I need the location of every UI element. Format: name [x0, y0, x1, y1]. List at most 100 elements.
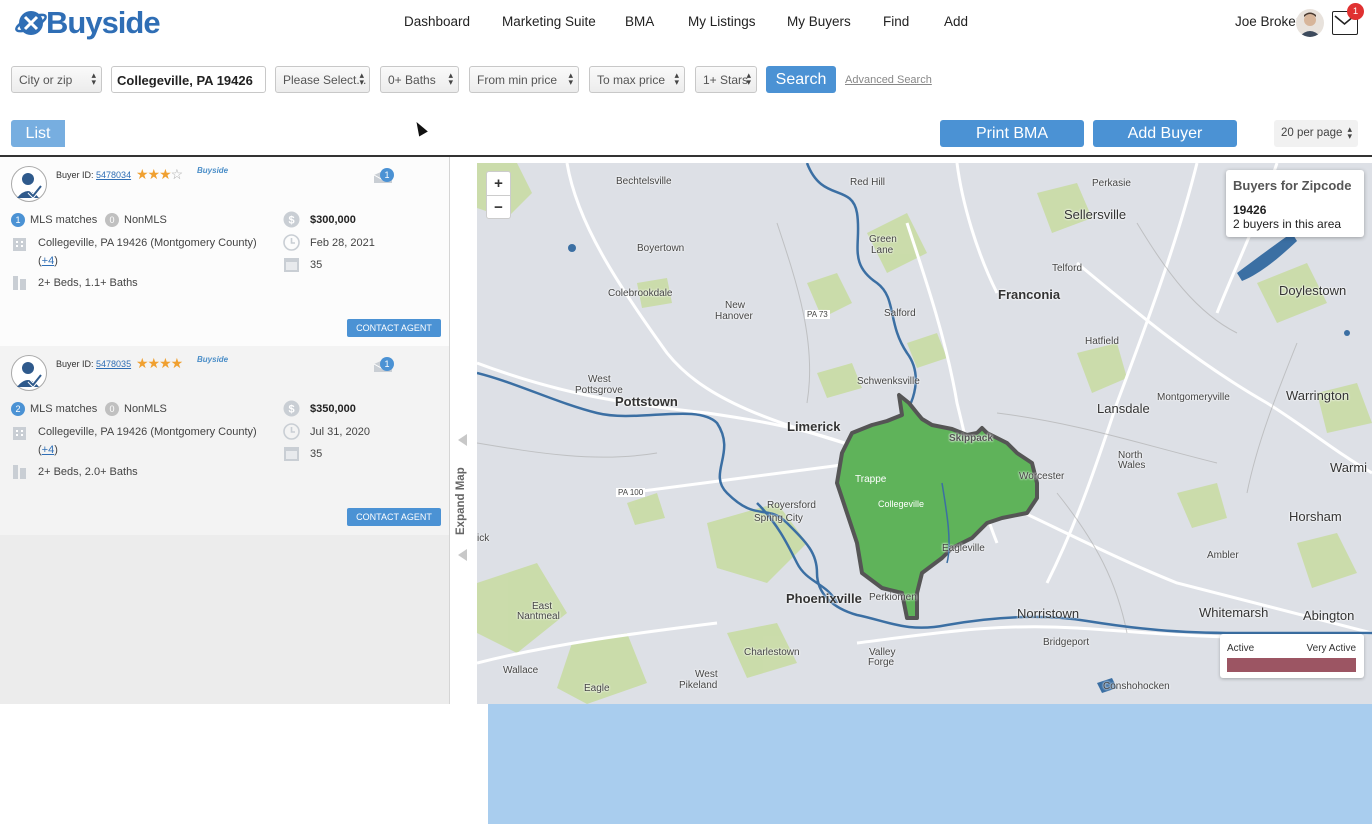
- arrow-left-icon[interactable]: [458, 549, 467, 561]
- list-map-toggle: List Map: [11, 120, 1372, 824]
- bed-bath-icon: [13, 276, 26, 290]
- contact-agent-button[interactable]: CONTACT AGENT: [347, 319, 441, 337]
- map-label-hatfield: Hatfield: [1085, 336, 1119, 347]
- buyside-mini-logo: Buyside: [197, 166, 229, 175]
- more-locations-count[interactable]: +4: [42, 255, 55, 267]
- city-zip-select[interactable]: City or zip ▴ ▾: [11, 66, 102, 93]
- map-label-spring-city: Spring City: [754, 513, 803, 524]
- dollar-icon: $: [283, 211, 300, 228]
- updown-arrow-icon: ▴ ▾: [448, 70, 453, 87]
- add-buyer-button[interactable]: Add Buyer: [1093, 120, 1237, 147]
- property-type-select[interactable]: Please Select... ▴ ▾: [275, 66, 370, 93]
- map-label-worcester: Worcester: [1019, 471, 1065, 482]
- more-locations-link[interactable]: (+4): [38, 255, 58, 267]
- buyer-avatar: [11, 355, 47, 391]
- nav-add[interactable]: Add: [944, 14, 968, 29]
- baths-select[interactable]: 0+ Baths ▴ ▾: [380, 66, 459, 93]
- map-label-west: West: [588, 374, 611, 385]
- map-label-lansdale: Lansdale: [1097, 401, 1150, 416]
- map-label-warmi: Warmi: [1330, 460, 1368, 475]
- map-label-bridgeport: Bridgeport: [1043, 637, 1090, 648]
- map-label-nantmeal: Nantmeal: [517, 611, 560, 622]
- mouse-cursor-icon: [412, 119, 428, 137]
- mls-matches-label[interactable]: MLS matches: [30, 403, 97, 415]
- map-label-trappe: Trappe: [855, 474, 887, 485]
- map-label-red-hill: Red Hill: [850, 177, 886, 188]
- mls-matches-label[interactable]: MLS matches: [30, 214, 97, 226]
- more-locations-count[interactable]: +4: [42, 444, 55, 456]
- buyer-card[interactable]: Buyer ID: 5478035 ★★★★ Buyside 1 2 MLS m…: [0, 346, 449, 535]
- expand-map-label[interactable]: Expand Map: [455, 335, 473, 535]
- buyside-logo[interactable]: Buyside: [14, 5, 161, 40]
- buyer-card[interactable]: Buyer ID: 5478034 ★★★☆ Buyside 1 1 MLS m…: [0, 157, 449, 346]
- beds-baths: 2+ Beds, 2.0+ Baths: [38, 466, 138, 478]
- user-name[interactable]: Joe Broker: [1235, 14, 1300, 29]
- user-avatar[interactable]: [1296, 9, 1324, 37]
- map-zoom-control: + −: [486, 171, 511, 219]
- updown-arrow-icon: ▴ ▾: [746, 70, 751, 87]
- nav-marketing-suite[interactable]: Marketing Suite: [502, 14, 596, 29]
- contact-agent-button[interactable]: CONTACT AGENT: [347, 508, 441, 526]
- map-label-collegeville: Collegeville: [878, 499, 925, 509]
- map-label-warrington: Warrington: [1286, 388, 1350, 403]
- map-label-franconia: Franconia: [998, 287, 1061, 302]
- legend-low-label: Active: [1227, 643, 1255, 654]
- buyer-id-link[interactable]: 5478035: [96, 359, 131, 369]
- legend-high-label: Very Active: [1306, 643, 1356, 654]
- nav-my-listings[interactable]: My Listings: [688, 14, 756, 29]
- map-label-norristown: Norristown: [1017, 606, 1080, 621]
- map-label-pottstown: Pottstown: [615, 394, 678, 409]
- nav-my-buyers[interactable]: My Buyers: [787, 14, 851, 29]
- clock-icon: [283, 234, 300, 251]
- location-input[interactable]: Collegeville, PA 19426: [111, 66, 266, 93]
- logo-text: Buyside: [46, 5, 161, 40]
- buyer-location: Collegeville, PA 19426 (Montgomery Count…: [38, 237, 257, 249]
- map-label-schwenksville: Schwenksville: [857, 376, 920, 387]
- activity-legend: Active Very Active: [1220, 634, 1364, 678]
- baths-value: 0+ Baths: [388, 73, 436, 87]
- map-label-hanover: Hanover: [715, 311, 753, 322]
- nav-dashboard[interactable]: Dashboard: [404, 14, 470, 29]
- more-locations-link[interactable]: (+4): [38, 444, 58, 456]
- nonmls-count-badge: 0: [105, 402, 119, 416]
- map-canvas[interactable]: [477, 163, 1372, 704]
- buyer-id: Buyer ID: 5478034: [56, 170, 131, 180]
- map-label-perkiomen: Perkiomen: [869, 592, 917, 603]
- map-label-abington: Abington: [1303, 608, 1355, 623]
- map-label-whitemarsh: Whitemarsh: [1199, 605, 1269, 620]
- map-label-skippack: Skippack: [949, 433, 993, 444]
- buyer-map[interactable]: Bechtelsville Red Hill Perkasie Sellersv…: [477, 163, 1372, 704]
- print-bma-button[interactable]: Print BMA: [940, 120, 1084, 147]
- updown-arrow-icon: ▴ ▾: [568, 70, 573, 87]
- map-label-perkasie: Perkasie: [1092, 178, 1131, 189]
- max-price-select[interactable]: To max price ▴ ▾: [589, 66, 685, 93]
- map-label-bechtelsville: Bechtelsville: [616, 176, 672, 187]
- list-view-button[interactable]: List: [11, 120, 65, 147]
- legend-color-bar: [1227, 658, 1356, 672]
- buyer-price: $300,000: [310, 214, 356, 226]
- stars-select[interactable]: 1+ Stars ▴ ▾: [695, 66, 757, 93]
- map-label-new: New: [725, 300, 746, 311]
- min-price-select[interactable]: From min price ▴ ▾: [469, 66, 579, 93]
- search-button[interactable]: Search: [766, 66, 836, 93]
- buyer-date: Feb 28, 2021: [310, 237, 375, 249]
- nav-bma[interactable]: BMA: [625, 14, 654, 29]
- advanced-search-link[interactable]: Advanced Search: [845, 74, 932, 86]
- buyer-id-link[interactable]: 5478034: [96, 170, 131, 180]
- buyer-avatar: [11, 166, 47, 202]
- updown-arrow-icon: ▴ ▾: [91, 70, 96, 87]
- map-label-pa100: PA 100: [616, 488, 646, 497]
- map-label-ambler: Ambler: [1207, 550, 1239, 561]
- zoom-in-button[interactable]: +: [487, 172, 510, 195]
- mail-count-badge: 1: [1347, 3, 1364, 20]
- nonmls-label: NonMLS: [124, 403, 167, 415]
- per-page-select[interactable]: 20 per page ▴ ▾: [1274, 120, 1358, 147]
- message-count-badge: 1: [380, 168, 394, 182]
- zoom-out-button[interactable]: −: [487, 195, 510, 218]
- nonmls-label: NonMLS: [124, 214, 167, 226]
- zip-19426-region[interactable]: [835, 393, 1039, 620]
- calendar-icon: [284, 447, 299, 461]
- map-label-conshohocken: Conshohocken: [1103, 681, 1170, 692]
- map-label-eagle: Eagle: [584, 683, 610, 694]
- nav-find[interactable]: Find: [883, 14, 909, 29]
